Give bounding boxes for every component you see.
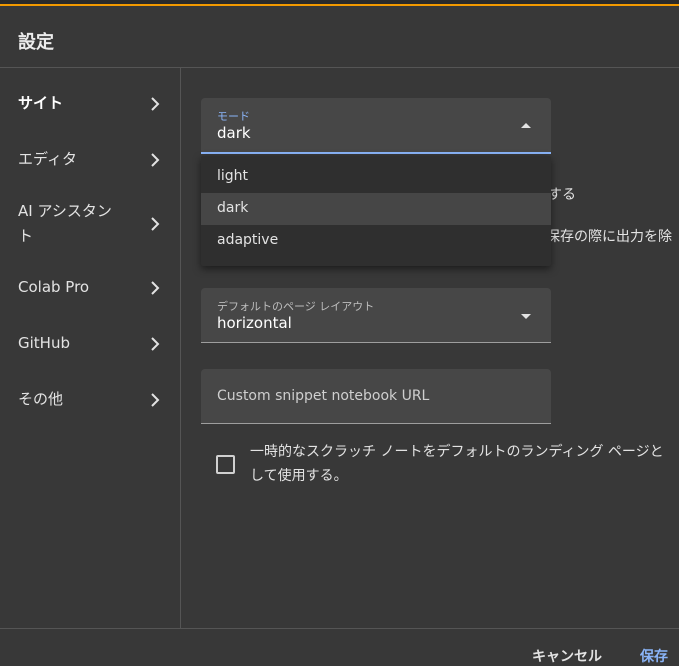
- sidebar-item-label: AI アシスタント: [18, 202, 112, 245]
- option-label: dark: [217, 200, 249, 216]
- scratch-notebook-label: 一時的なスクラッチ ノートをデフォルトのランディング ページとして使用する。: [250, 444, 664, 484]
- snippet-url-input[interactable]: Custom snippet notebook URL: [201, 369, 551, 424]
- dialog-title: 設定: [18, 32, 54, 53]
- chevron-right-icon: [151, 217, 160, 231]
- snippet-url-placeholder: Custom snippet notebook URL: [217, 388, 430, 404]
- sidebar-item-label: その他: [18, 390, 64, 408]
- sidebar-item-colab-pro[interactable]: Colab Pro: [0, 275, 180, 305]
- mode-dropdown-menu: light dark adaptive: [201, 156, 551, 266]
- chevron-right-icon: [151, 153, 160, 167]
- chevron-right-icon: [151, 337, 160, 351]
- sidebar-item-label: エディタ: [18, 150, 77, 168]
- chevron-right-icon: [151, 281, 160, 295]
- footer-divider: [0, 628, 679, 629]
- scratch-notebook-option: 一時的なスクラッチ ノートをデフォルトのランディング ページとして使用する。: [216, 440, 671, 490]
- page-layout-label: デフォルトのページ レイアウト: [217, 300, 375, 313]
- snippet-url-underline: [201, 423, 551, 424]
- top-accent-line: [0, 4, 679, 6]
- arrow-down-icon: [521, 314, 531, 319]
- hidden-setting-text-2: 保存の際に出力を除: [546, 229, 672, 245]
- mode-label: モード: [217, 110, 250, 123]
- mode-option-light[interactable]: light: [201, 161, 551, 193]
- mode-select[interactable]: モード dark: [201, 98, 551, 154]
- top-strip: [0, 0, 679, 6]
- mode-value: dark: [217, 124, 251, 142]
- page-layout-underline: [201, 342, 551, 343]
- option-label: adaptive: [217, 232, 279, 248]
- sidebar-item-editor[interactable]: エディタ: [0, 147, 180, 177]
- arrow-up-icon: [521, 123, 531, 128]
- sidebar-item-label: GitHub: [18, 334, 70, 352]
- sidebar-item-label: Colab Pro: [18, 278, 90, 296]
- cancel-button[interactable]: キャンセル: [532, 646, 602, 666]
- chevron-right-icon: [151, 393, 160, 407]
- sidebar-item-label: サイト: [18, 94, 64, 112]
- sidebar-divider: [180, 68, 181, 628]
- save-button[interactable]: 保存: [640, 646, 668, 666]
- header-divider: [0, 67, 679, 68]
- page-layout-value: horizontal: [217, 314, 292, 332]
- page-layout-select[interactable]: デフォルトのページ レイアウト horizontal: [201, 288, 551, 343]
- mode-option-adaptive[interactable]: adaptive: [201, 225, 551, 257]
- option-label: light: [217, 168, 249, 184]
- chevron-right-icon: [151, 97, 160, 111]
- hidden-setting-text-1: する: [548, 187, 576, 203]
- mode-option-dark[interactable]: dark: [201, 193, 551, 225]
- sidebar-item-github[interactable]: GitHub: [0, 331, 180, 361]
- mode-underline: [201, 152, 551, 154]
- scratch-notebook-checkbox[interactable]: [216, 455, 235, 474]
- sidebar-item-other[interactable]: その他: [0, 387, 180, 417]
- sidebar-item-site[interactable]: サイト: [0, 91, 180, 121]
- sidebar-item-ai-assistant[interactable]: AI アシスタント: [0, 199, 180, 251]
